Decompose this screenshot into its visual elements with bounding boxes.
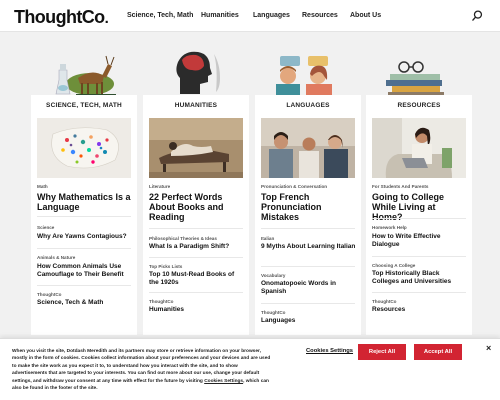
item-kicker[interactable]: Italian: [261, 236, 274, 241]
item-kicker[interactable]: ThoughtCo: [37, 292, 62, 297]
people-conversation-photo: [261, 118, 355, 178]
item-kicker[interactable]: Animals & Nature: [37, 255, 75, 260]
item-kicker[interactable]: Vocabulary: [261, 273, 285, 278]
search-icon[interactable]: [472, 10, 483, 21]
cookie-notice-text: When you visit the site, Dotdash Meredit…: [12, 348, 274, 392]
item-headline[interactable]: Onomatopoeic Words in Spanish: [261, 280, 357, 295]
nav-languages[interactable]: Languages: [253, 12, 290, 19]
item-headline[interactable]: Resources: [372, 306, 468, 314]
divider: [372, 256, 466, 257]
item-headline[interactable]: What Is a Paradigm Shift?: [149, 243, 245, 251]
divider: [372, 218, 466, 219]
item-kicker[interactable]: Philosophical Theories & Ideas: [149, 236, 217, 241]
cookie-settings-button[interactable]: Cookies Settings: [306, 348, 353, 354]
divider: [261, 303, 355, 304]
item-headline[interactable]: How Common Animals Use Camouflage to The…: [37, 263, 133, 278]
vintage-reading-photo: [149, 118, 243, 178]
feature-kicker[interactable]: Literature: [149, 184, 170, 189]
item-kicker[interactable]: ThoughtCo: [372, 299, 397, 304]
resources-illustration: [386, 61, 444, 98]
divider: [149, 292, 243, 293]
item-headline[interactable]: Humanities: [149, 306, 245, 314]
reject-all-button[interactable]: Reject All: [358, 344, 406, 360]
student-laptop-photo: [372, 118, 466, 178]
cookie-consent-banner: When you visit the site, Dotdash Meredit…: [0, 338, 500, 400]
item-kicker[interactable]: Choosing A College: [372, 263, 415, 268]
nav-science-tech-math[interactable]: Science, Tech, Math: [127, 12, 193, 19]
logo-dot: .: [104, 10, 109, 27]
divider: [261, 266, 355, 267]
feature-kicker[interactable]: Math: [37, 184, 48, 189]
divider: [37, 248, 131, 249]
accept-all-button[interactable]: Accept All: [414, 344, 462, 360]
item-headline[interactable]: Science, Tech & Math: [37, 299, 133, 307]
feature-image[interactable]: [149, 118, 243, 178]
feature-kicker[interactable]: For Students And Parents: [372, 184, 429, 189]
cookie-settings-link[interactable]: Cookies Settings: [204, 379, 243, 384]
item-headline[interactable]: 9 Myths About Learning Italian: [261, 243, 357, 251]
divider: [372, 292, 466, 293]
category-card-science: SCIENCE, TECH, MATH Math Why Mathematics…: [31, 95, 137, 335]
nav-humanities[interactable]: Humanities: [201, 12, 239, 19]
feature-headline[interactable]: Why Mathematics Is a Language: [37, 192, 133, 212]
feature-kicker[interactable]: Pronunciation & Conversation: [261, 184, 327, 189]
divider: [37, 285, 131, 286]
colorful-dots-image: [37, 118, 131, 178]
item-kicker[interactable]: ThoughtCo: [149, 299, 174, 304]
languages-illustration: [276, 56, 332, 98]
category-card-languages: LANGUAGES Pronunciation & Conversation T…: [255, 95, 361, 335]
divider: [149, 228, 243, 229]
divider: [261, 228, 355, 229]
card-title[interactable]: HUMANITIES: [143, 102, 249, 109]
feature-image[interactable]: [37, 118, 131, 178]
item-headline[interactable]: How to Write Effective Dialogue: [372, 233, 468, 248]
item-headline[interactable]: Top 10 Must-Read Books of the 1920s: [149, 271, 245, 286]
item-kicker[interactable]: Top Picks Lists: [149, 264, 182, 269]
nav-resources[interactable]: Resources: [302, 12, 338, 19]
card-title[interactable]: SCIENCE, TECH, MATH: [31, 102, 137, 109]
category-card-resources: RESOURCES For Students And Parents Going…: [366, 95, 472, 335]
divider: [37, 216, 131, 217]
site-logo[interactable]: ThoughtCo.: [14, 7, 109, 28]
card-title[interactable]: LANGUAGES: [255, 102, 361, 109]
item-kicker[interactable]: Homework Help: [372, 225, 407, 230]
item-headline[interactable]: Top Historically Black Colleges and Univ…: [372, 270, 468, 285]
humanities-illustration: [176, 51, 220, 94]
close-icon[interactable]: ×: [486, 343, 491, 353]
item-kicker[interactable]: ThoughtCo: [261, 310, 286, 315]
site-header: ThoughtCo. Science, Tech, Math Humanitie…: [0, 0, 500, 32]
item-kicker[interactable]: Science: [37, 225, 54, 230]
feature-image[interactable]: [261, 118, 355, 178]
divider: [149, 257, 243, 258]
science-illustration: [55, 55, 116, 97]
item-headline[interactable]: Languages: [261, 317, 357, 325]
logo-text: ThoughtCo: [14, 7, 105, 27]
feature-image[interactable]: [372, 118, 466, 178]
nav-about-us[interactable]: About Us: [350, 12, 381, 19]
category-card-humanities: HUMANITIES Literature 22 Perfect Words A…: [143, 95, 249, 335]
feature-headline[interactable]: 22 Perfect Words About Books and Reading: [149, 192, 245, 222]
item-headline[interactable]: Why Are Yawns Contagious?: [37, 233, 133, 241]
card-title[interactable]: RESOURCES: [366, 102, 472, 109]
feature-headline[interactable]: Top French Pronunciation Mistakes: [261, 192, 357, 222]
